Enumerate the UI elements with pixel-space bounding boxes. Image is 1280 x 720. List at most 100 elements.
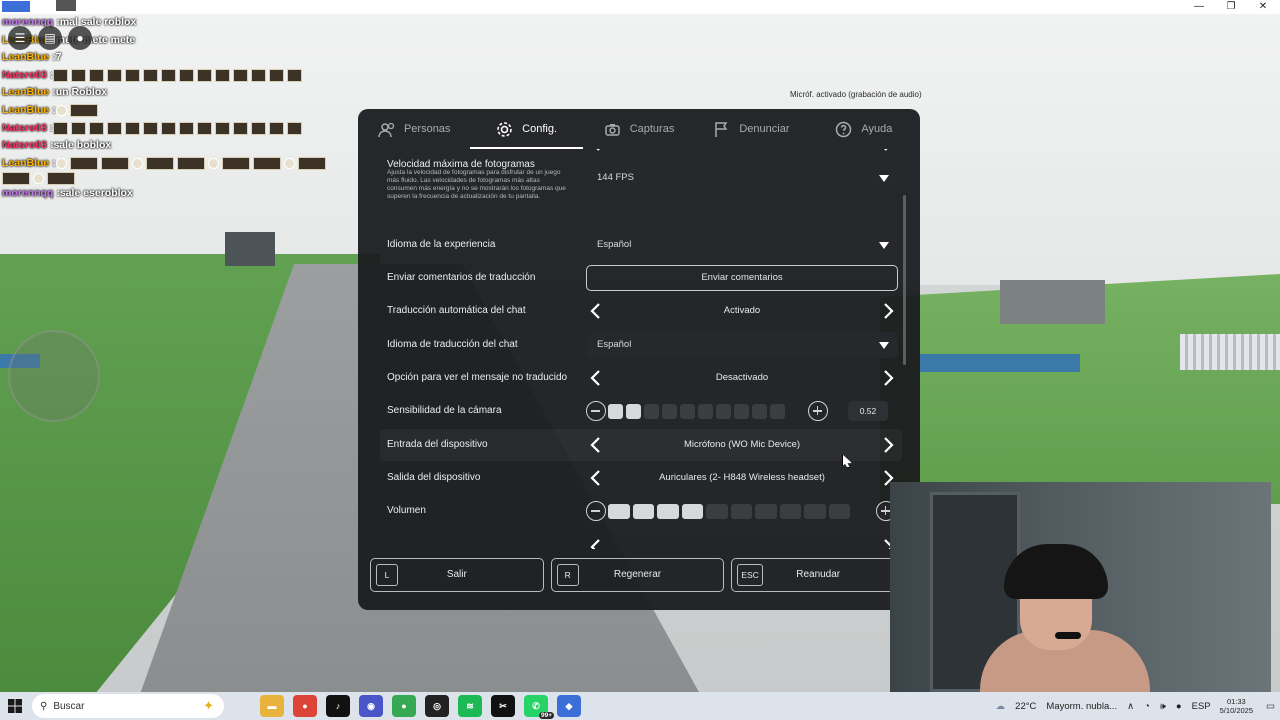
footer-button-reanudar[interactable]: ESC Reanudar: [731, 558, 906, 592]
window-thumbnail: [56, 0, 76, 11]
slider-segment[interactable]: [698, 404, 713, 419]
browser-icon[interactable]: ◉: [359, 695, 383, 717]
taskbar-search[interactable]: ⚲ Buscar ✦: [32, 694, 224, 718]
app-glyph: ●: [401, 701, 407, 711]
slider-segments[interactable]: [608, 404, 785, 419]
slider-segments[interactable]: [608, 504, 850, 519]
slider-segment[interactable]: [716, 404, 731, 419]
chat-translation-language-dropdown[interactable]: Español: [586, 332, 898, 358]
clock[interactable]: 01:33 5/10/2025: [1220, 697, 1253, 715]
volume-slider[interactable]: [586, 498, 898, 524]
footer-button-salir[interactable]: L Salir: [370, 558, 544, 592]
increase-icon[interactable]: [808, 401, 828, 421]
tab-gear[interactable]: Config.: [470, 109, 584, 149]
whatsapp-icon[interactable]: ✆ 99+: [524, 695, 554, 719]
slider-segment[interactable]: [626, 404, 641, 419]
chevron-left-icon[interactable]: [586, 435, 606, 455]
tray-chevron-icon[interactable]: ∧: [1127, 701, 1134, 712]
chevron-left-icon[interactable]: [586, 468, 606, 488]
decrease-icon[interactable]: [586, 501, 606, 521]
slider-segment[interactable]: [779, 504, 801, 519]
chat-username[interactable]: morennqq: [2, 185, 53, 203]
fps-dropdown[interactable]: 144 FPS: [586, 165, 898, 191]
mic-icon[interactable]: ●: [68, 26, 92, 50]
file-explorer-icon[interactable]: ▬: [260, 695, 284, 717]
sensitivity-value[interactable]: 0.52: [848, 401, 888, 421]
roblox-icon[interactable]: ◆: [557, 695, 581, 717]
weather-text[interactable]: Mayorm. nubla...: [1046, 701, 1117, 712]
slider-segment[interactable]: [608, 504, 630, 519]
footer-button-regenerar[interactable]: R Regenerar: [550, 558, 725, 592]
chevron-right-icon[interactable]: [878, 435, 898, 455]
close-window-button[interactable]: ✕: [1248, 0, 1278, 14]
spotify-icon[interactable]: ≋: [458, 695, 482, 717]
tab-camera[interactable]: Capturas: [583, 109, 695, 149]
chevron-left-icon[interactable]: [586, 537, 606, 549]
speaker-icon[interactable]: 🕪: [1160, 701, 1166, 712]
slider-segment[interactable]: [662, 404, 677, 419]
decrease-icon[interactable]: [586, 401, 606, 421]
slider-segment[interactable]: [804, 504, 826, 519]
slider-segment[interactable]: [644, 404, 659, 419]
tab-help[interactable]: Ayuda: [808, 109, 920, 149]
chevron-right-icon[interactable]: [878, 368, 898, 388]
footer-button-label: Reanudar: [796, 569, 841, 580]
slider-segment[interactable]: [608, 404, 623, 419]
send-feedback-button[interactable]: Enviar comentarios: [586, 265, 898, 291]
experience-language-dropdown[interactable]: Español: [586, 232, 898, 258]
notifications-icon[interactable]: ▭: [1266, 701, 1275, 712]
chat-username[interactable]: LeanBlue: [2, 155, 49, 173]
slider-segment[interactable]: [632, 504, 654, 519]
chevron-right-icon[interactable]: [878, 301, 898, 321]
chrome-profile-icon[interactable]: ●: [392, 695, 416, 717]
minimize-button[interactable]: —: [1184, 0, 1214, 14]
chat-emote-icon: [221, 157, 250, 171]
network-icon[interactable]: ◔: [1144, 701, 1150, 712]
tab-flag[interactable]: Denunciar: [695, 109, 807, 149]
app-glyph: ●: [302, 701, 308, 711]
chat-username[interactable]: LeanBlue: [2, 102, 49, 120]
chat-username[interactable]: Natsro03: [2, 120, 47, 138]
chat-message: LeanBlue : 7: [2, 49, 347, 67]
roblox-menu-icon[interactable]: ☰: [8, 26, 32, 50]
language-indicator[interactable]: ESP: [1192, 701, 1211, 712]
weather-icon[interactable]: ☁: [996, 701, 1006, 712]
chat-emote-icon: [131, 158, 143, 170]
capcut-icon[interactable]: ✂: [491, 695, 515, 717]
setting-label: Entrada del dispositivo: [387, 439, 488, 450]
chevron-left-icon[interactable]: [586, 368, 606, 388]
tab-people[interactable]: Personas: [358, 109, 470, 149]
slider-segment[interactable]: [734, 404, 749, 419]
streamer-hair: [1004, 544, 1108, 599]
slider-segment[interactable]: [681, 504, 703, 519]
virtual-joystick[interactable]: [8, 330, 100, 422]
restore-button[interactable]: ❐: [1216, 0, 1246, 14]
tiktok-icon[interactable]: ♪: [326, 695, 350, 717]
start-button[interactable]: [0, 692, 30, 720]
chevron-left-icon[interactable]: [586, 149, 606, 153]
setting-label: Sensibilidad de la cámara: [387, 405, 502, 416]
caret-down-icon: [879, 342, 889, 349]
slider-segment[interactable]: [657, 504, 679, 519]
slider-segment[interactable]: [730, 504, 752, 519]
chat-username[interactable]: Natsro03: [2, 137, 47, 155]
mic-tray-icon[interactable]: ●: [1176, 701, 1182, 712]
camera-sensitivity-slider[interactable]: 0.52: [586, 398, 898, 424]
chat-icon[interactable]: ▤: [38, 26, 62, 50]
slider-segment[interactable]: [828, 504, 850, 519]
settings-scrollbar[interactable]: [903, 195, 906, 365]
chevron-right-icon[interactable]: [878, 149, 898, 153]
slider-segment[interactable]: [755, 504, 777, 519]
chat-username[interactable]: Natsro03: [2, 67, 47, 85]
slider-segment[interactable]: [706, 504, 728, 519]
chat-username[interactable]: LeanBlue: [2, 84, 49, 102]
slider-segment[interactable]: [680, 404, 695, 419]
slider-segment[interactable]: [770, 404, 785, 419]
obs-icon[interactable]: ◎: [425, 695, 449, 717]
chrome-icon[interactable]: ●: [293, 695, 317, 717]
chevron-left-icon[interactable]: [586, 301, 606, 321]
slider-segment[interactable]: [752, 404, 767, 419]
chat-username[interactable]: LeanBlue: [2, 49, 49, 67]
setting-row-untranslated: Opción para ver el mensaje no traducido …: [372, 362, 902, 394]
weather-temp[interactable]: 22°C: [1015, 701, 1036, 712]
